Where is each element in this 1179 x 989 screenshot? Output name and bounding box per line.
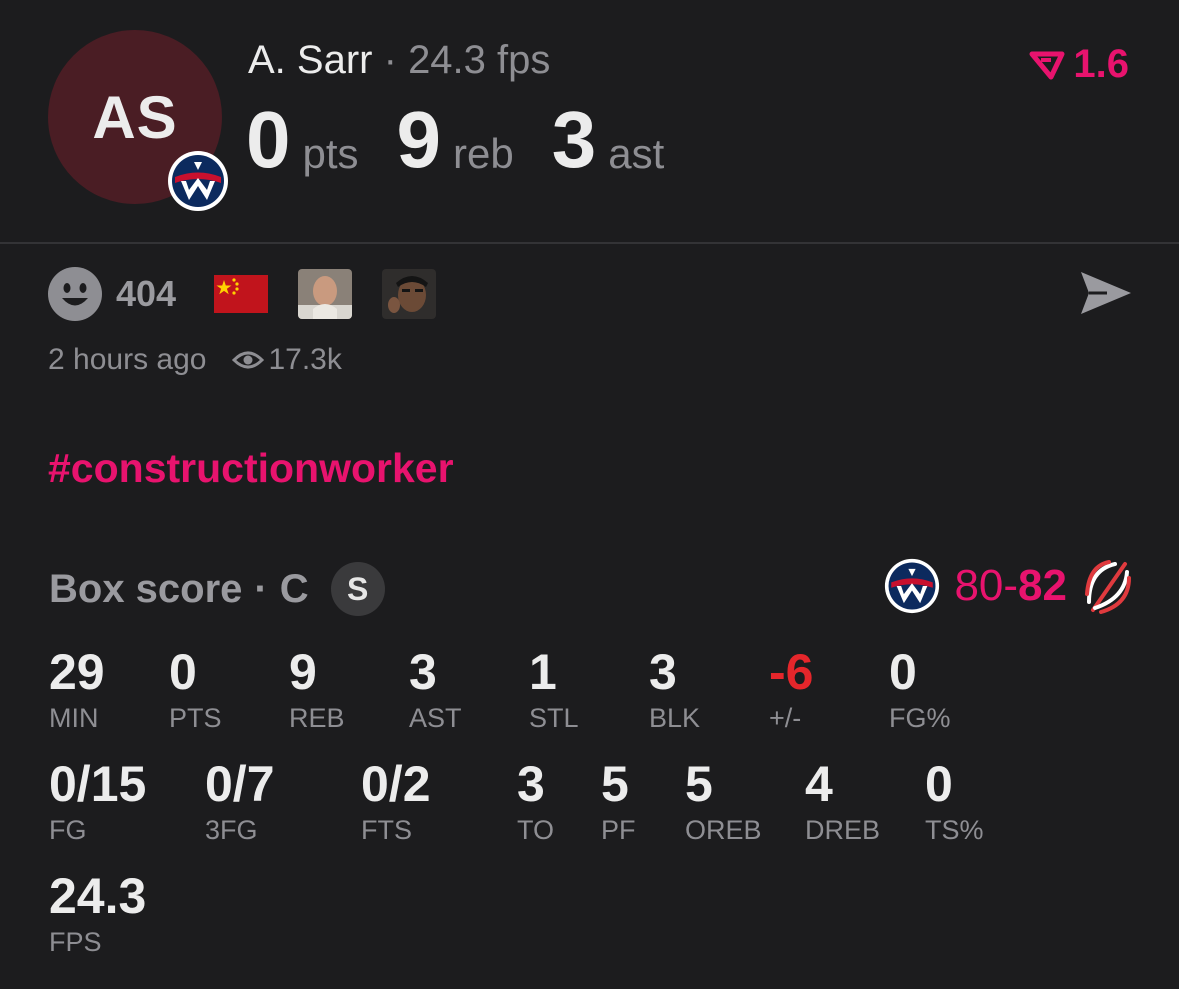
stat-fts-label: FTS bbox=[361, 815, 412, 845]
starter-badge: S bbox=[330, 562, 385, 616]
stat-stl: 1 STL bbox=[529, 646, 579, 734]
post-meta: 2 hours ago 17.3k bbox=[48, 343, 342, 377]
china-flag-icon[interactable] bbox=[214, 275, 269, 313]
view-count: 17.3k bbox=[268, 343, 342, 376]
headline-pts-unit: pts bbox=[302, 130, 359, 177]
stat-reb-label: REB bbox=[289, 703, 345, 733]
stat-ts-pct-value: 0 bbox=[925, 756, 953, 812]
stat-fg: 0/15 FG bbox=[49, 758, 146, 846]
game-score[interactable]: 80-82 bbox=[884, 558, 1131, 614]
headline-ast-unit: ast bbox=[608, 130, 665, 177]
stat-pts: 0 PTS bbox=[169, 646, 222, 734]
stat-oreb: 5 OREB bbox=[685, 758, 762, 846]
stat-ts-pct-label: TS% bbox=[925, 815, 984, 845]
stat-to-label: TO bbox=[517, 815, 555, 845]
stat-ast-value: 3 bbox=[409, 644, 437, 700]
reaction-avatar-2[interactable] bbox=[382, 269, 437, 319]
player-fps: 24.3 fps bbox=[408, 38, 551, 82]
stat-plus-minus: -6 +/- bbox=[769, 646, 813, 734]
stat-stl-value: 1 bbox=[529, 644, 557, 700]
stat-ts-pct: 0 TS% bbox=[925, 758, 984, 846]
stat-pf: 5 PF bbox=[601, 758, 636, 846]
stat-fg-label: FG bbox=[49, 815, 87, 845]
stat-dreb-value: 4 bbox=[805, 756, 833, 812]
box-score-header: Box score · C S bbox=[49, 562, 385, 616]
score-text: 80-82 bbox=[954, 561, 1067, 611]
box-score-title: Box score bbox=[49, 566, 243, 611]
stat-fg-pct: 0 FG% bbox=[889, 646, 951, 734]
stat-fps: 24.3 FPS bbox=[49, 870, 146, 958]
stat-min-label: MIN bbox=[49, 703, 99, 733]
stat-dreb-label: DREB bbox=[805, 815, 881, 845]
headline-reb-unit: reb bbox=[453, 130, 514, 177]
reaction-count: 404 bbox=[116, 273, 177, 314]
headline-statline: 0 pts 9 reb 3 ast bbox=[246, 95, 702, 184]
stat-dreb: 4 DREB bbox=[805, 758, 880, 846]
stat-plus-minus-label: +/- bbox=[769, 703, 802, 733]
stat-blk: 3 BLK bbox=[649, 646, 700, 734]
stat-pf-label: PF bbox=[601, 815, 636, 845]
box-score-separator: · bbox=[254, 566, 268, 611]
stat-plus-minus-value: -6 bbox=[769, 644, 814, 700]
stat-3fg: 0/7 3FG bbox=[205, 758, 275, 846]
stat-reb: 9 REB bbox=[289, 646, 345, 734]
stat-reb-value: 9 bbox=[289, 644, 317, 700]
stat-ast-label: AST bbox=[409, 703, 462, 733]
smiley-icon[interactable] bbox=[48, 267, 102, 321]
stat-blk-value: 3 bbox=[649, 644, 677, 700]
v-rating-icon bbox=[1029, 51, 1065, 79]
stat-min: 29 MIN bbox=[49, 646, 105, 734]
headline-reb-value: 9 bbox=[396, 95, 442, 184]
trail-blazers-logo-icon bbox=[1085, 560, 1131, 614]
stat-fps-value: 24.3 bbox=[49, 868, 147, 924]
stat-fps-label: FPS bbox=[49, 927, 102, 957]
wizards-logo-icon bbox=[168, 151, 228, 211]
name-separator: · bbox=[383, 38, 397, 82]
stat-ast: 3 AST bbox=[409, 646, 462, 734]
player-position: C bbox=[279, 566, 309, 611]
headline-pts-value: 0 bbox=[246, 95, 291, 184]
stat-blk-label: BLK bbox=[649, 703, 701, 733]
stat-fg-pct-value: 0 bbox=[889, 644, 917, 700]
stat-fts-value: 0/2 bbox=[361, 756, 431, 812]
player-name-line: A. Sarr · 24.3 fps bbox=[248, 38, 550, 82]
eye-icon bbox=[232, 351, 265, 369]
score-home: 82 bbox=[1018, 561, 1067, 610]
wizards-logo-icon bbox=[885, 558, 940, 614]
stat-min-value: 29 bbox=[49, 644, 105, 700]
stat-pts-label: PTS bbox=[169, 703, 222, 733]
reactions-row[interactable]: 404 bbox=[48, 267, 466, 321]
player-post-card: AS A. Sarr · 24.3 fps 0 pts 9 reb 3 ast … bbox=[0, 0, 1179, 989]
rating-value: 1.6 bbox=[1073, 42, 1129, 86]
send-icon[interactable] bbox=[1077, 268, 1135, 318]
stat-to-value: 3 bbox=[517, 756, 545, 812]
stat-pts-value: 0 bbox=[169, 644, 197, 700]
header-divider bbox=[0, 242, 1179, 244]
stat-to: 3 TO bbox=[517, 758, 554, 846]
reaction-avatar-1[interactable] bbox=[298, 269, 353, 319]
stat-oreb-value: 5 bbox=[685, 756, 713, 812]
hashtag-link[interactable]: #constructionworker bbox=[48, 445, 454, 492]
player-name[interactable]: A. Sarr bbox=[248, 38, 372, 82]
headline-ast-value: 3 bbox=[551, 95, 597, 184]
post-time: 2 hours ago bbox=[48, 343, 207, 376]
stat-fts: 0/2 FTS bbox=[361, 758, 431, 846]
stat-3fg-label: 3FG bbox=[205, 815, 258, 845]
player-initials: AS bbox=[92, 83, 178, 151]
score-dash: - bbox=[1003, 561, 1019, 610]
stat-oreb-label: OREB bbox=[685, 815, 762, 845]
stat-pf-value: 5 bbox=[601, 756, 629, 812]
stat-fg-pct-label: FG% bbox=[889, 703, 951, 733]
score-away: 80 bbox=[954, 561, 1004, 610]
rating-badge[interactable]: 1.6 bbox=[1029, 42, 1129, 87]
stat-3fg-value: 0/7 bbox=[205, 756, 275, 812]
stat-stl-label: STL bbox=[529, 703, 579, 733]
stat-fg-value: 0/15 bbox=[49, 756, 147, 812]
